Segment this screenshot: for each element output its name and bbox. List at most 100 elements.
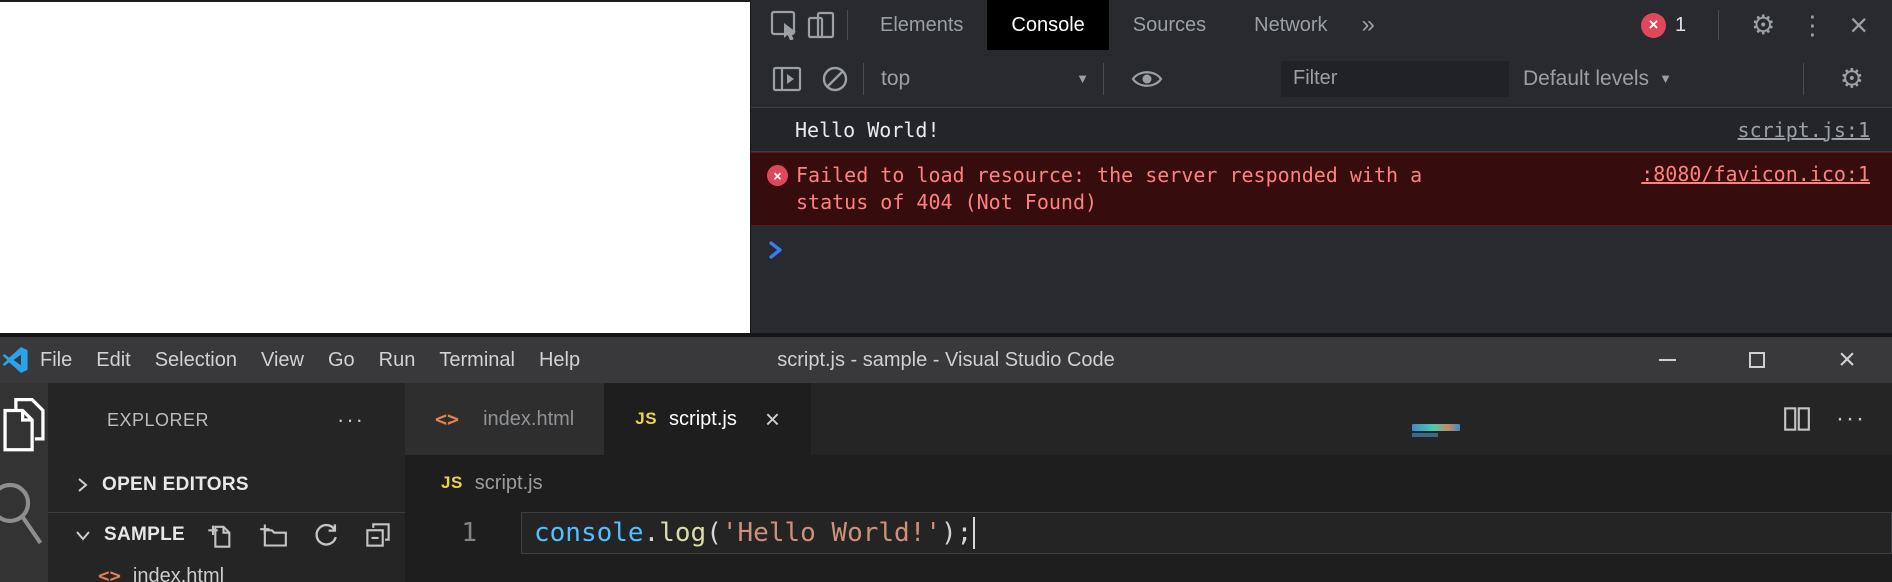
devtools-panel: Elements Console Sources Network » × 1 ⚙…	[750, 0, 1892, 333]
device-toolbar-icon[interactable]	[803, 7, 839, 43]
chevron-right-icon	[74, 476, 90, 494]
explorer-more-icon[interactable]: ···	[337, 407, 365, 433]
log-source-link[interactable]: script.js:1	[1738, 118, 1870, 142]
browser-window: Elements Console Sources Network » × 1 ⚙…	[0, 0, 1892, 333]
divider	[1718, 10, 1719, 40]
divider	[863, 63, 864, 95]
menu-terminal[interactable]: Terminal	[427, 337, 527, 383]
more-tabs-icon[interactable]: »	[1352, 11, 1385, 39]
refresh-icon[interactable]	[313, 522, 339, 548]
code-token: ;	[957, 518, 973, 548]
file-item-index-html[interactable]: <> index.html	[48, 556, 405, 582]
open-editors-section[interactable]: OPEN EDITORS	[48, 457, 405, 513]
vscode-titlebar: File Edit Selection View Go Run Terminal…	[0, 337, 1892, 383]
folder-section[interactable]: SAMPLE	[48, 513, 405, 556]
error-count-badge[interactable]: × 1	[1641, 13, 1686, 38]
menu-go[interactable]: Go	[316, 337, 367, 383]
code-token: )	[941, 518, 957, 548]
menu-help[interactable]: Help	[527, 337, 592, 383]
code-token: console	[534, 518, 644, 548]
text-cursor	[973, 517, 975, 549]
tab-script-js[interactable]: JS script.js ×	[605, 383, 811, 455]
code-token: (	[706, 518, 722, 548]
folder-actions	[207, 521, 391, 549]
split-editor-icon[interactable]	[1784, 407, 1810, 431]
devtools-menu-icon[interactable]: ⋮	[1799, 12, 1825, 38]
devtools-tabbar: Elements Console Sources Network » × 1 ⚙…	[751, 0, 1892, 50]
screenshot-root: Elements Console Sources Network » × 1 ⚙…	[0, 0, 1892, 582]
code-token: .	[644, 518, 660, 548]
code-line-1: 1 console.log('Hello World!');	[405, 511, 1892, 555]
editor-tabbar: <> index.html JS script.js ×	[405, 383, 1892, 455]
new-folder-icon[interactable]	[259, 522, 287, 548]
explorer-sidebar: EXPLORER ··· OPEN EDITORS SAMPLE	[48, 383, 405, 582]
explorer-files-icon[interactable]	[1, 395, 47, 453]
filter-input[interactable]	[1281, 61, 1509, 97]
console-settings-gear-icon[interactable]: ⚙	[1840, 65, 1864, 92]
code-token: 'Hello World!'	[722, 518, 941, 548]
tab-elements[interactable]: Elements	[856, 0, 987, 50]
menu-edit[interactable]: Edit	[84, 337, 142, 383]
tab-label: index.html	[483, 408, 574, 431]
log-levels-dropdown[interactable]: Default levels ▼	[1523, 67, 1672, 91]
tab-network[interactable]: Network	[1230, 0, 1351, 50]
vscode-window: File Edit Selection View Go Run Terminal…	[0, 333, 1892, 582]
context-label: top	[881, 67, 910, 91]
divider	[847, 10, 848, 40]
html-file-icon: <>	[98, 565, 121, 582]
maximize-icon	[1749, 352, 1765, 368]
breadcrumb-item-file[interactable]: script.js	[475, 472, 543, 495]
editor-group: <> index.html JS script.js ×	[405, 383, 1892, 582]
console-error-row: × Failed to load resource: the server re…	[751, 152, 1892, 226]
devtools-close-icon[interactable]: ×	[1849, 9, 1868, 41]
console-toolbar: top ▼ Default levels ▼ ⚙	[751, 50, 1892, 108]
search-icon[interactable]	[0, 479, 46, 549]
new-file-icon[interactable]	[207, 521, 233, 549]
tab-sources[interactable]: Sources	[1109, 0, 1230, 50]
window-title: script.js - sample - Visual Studio Code	[777, 349, 1115, 372]
editor-more-actions-icon[interactable]: ···	[1836, 405, 1866, 433]
editor-actions: ···	[1784, 383, 1892, 455]
collapse-all-icon[interactable]	[365, 522, 391, 548]
minimize-button[interactable]	[1622, 337, 1712, 383]
clear-console-icon[interactable]	[817, 61, 853, 97]
close-button[interactable]: ×	[1802, 337, 1892, 383]
error-line-1: Failed to load resource: the server resp…	[796, 162, 1422, 189]
console-messages: Hello World! script.js:1 × Failed to loa…	[751, 108, 1892, 260]
code-token: log	[659, 518, 706, 548]
maximize-button[interactable]	[1712, 337, 1802, 383]
minimize-icon	[1659, 359, 1676, 361]
activity-bar	[0, 383, 48, 582]
js-file-icon: JS	[635, 409, 657, 429]
error-line-2: status of 404 (Not Found)	[796, 189, 1422, 216]
js-file-icon: JS	[441, 473, 463, 493]
menu-file[interactable]: File	[28, 337, 84, 383]
vscode-logo-icon	[2, 346, 28, 374]
inspect-element-icon[interactable]	[767, 7, 803, 43]
line-number: 1	[405, 518, 521, 548]
open-editors-label: OPEN EDITORS	[102, 474, 249, 496]
breadcrumb: JS script.js	[405, 455, 1892, 511]
menu-selection[interactable]: Selection	[143, 337, 249, 383]
tab-close-icon[interactable]: ×	[765, 406, 780, 432]
devtools-tabbar-right: × 1 ⚙ ⋮ ×	[1641, 9, 1892, 41]
console-sidebar-icon[interactable]	[769, 61, 805, 97]
error-source-link[interactable]: :8080/favicon.ico:1	[1641, 162, 1870, 186]
tab-label: script.js	[669, 408, 737, 431]
context-selector[interactable]: top ▼	[881, 67, 1089, 91]
console-prompt[interactable]	[751, 226, 1892, 260]
prompt-chevron-icon	[767, 240, 785, 260]
menu-view[interactable]: View	[249, 337, 316, 383]
menu-run[interactable]: Run	[367, 337, 428, 383]
tab-console[interactable]: Console	[987, 0, 1108, 50]
minimap-line	[1412, 433, 1438, 437]
settings-gear-icon[interactable]: ⚙	[1751, 12, 1775, 39]
code-editor[interactable]: 1 console.log('Hello World!');	[405, 511, 1892, 582]
divider	[1103, 63, 1104, 95]
chevron-down-icon: ▼	[1659, 71, 1672, 86]
minimap[interactable]	[1412, 424, 1460, 431]
log-text: Hello World!	[795, 118, 940, 142]
tab-index-html[interactable]: <> index.html	[405, 383, 605, 455]
live-expression-eye-icon[interactable]	[1129, 61, 1165, 97]
chevron-down-icon	[74, 527, 92, 543]
